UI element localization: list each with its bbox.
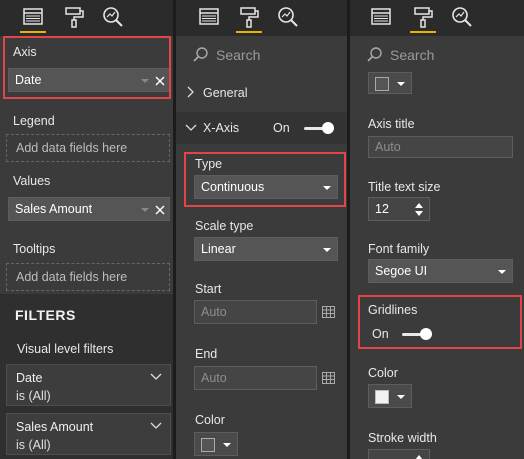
paint-roller-icon[interactable] <box>410 4 436 33</box>
fields-grid-icon[interactable] <box>20 4 46 33</box>
legend-placeholder: Add data fields here <box>16 141 128 155</box>
scale-type-label: Scale type <box>195 219 254 233</box>
values-field-value: Sales Amount <box>15 202 93 216</box>
start-label: Start <box>195 282 222 296</box>
tooltips-placeholder: Add data fields here <box>16 270 128 284</box>
analytics-magnifier-icon[interactable] <box>275 4 301 30</box>
pane-tab-bar <box>0 0 173 36</box>
stroke-width-stepper[interactable] <box>368 449 430 459</box>
format-pane-scrolled: Search Axis title Auto Title text size 1… <box>350 0 524 459</box>
visual-level-filters-label: Visual level filters <box>17 342 114 356</box>
color-swatch <box>375 77 389 91</box>
color-picker[interactable] <box>368 72 412 94</box>
filter-card-title: Sales Amount <box>16 420 94 434</box>
filter-card-state: is (All) <box>16 438 51 452</box>
stroke-width-label: Stroke width <box>368 431 437 445</box>
pane-tab-bar <box>350 0 524 36</box>
values-label: Values <box>13 174 51 188</box>
tooltips-label: Tooltips <box>13 242 56 256</box>
calendar-grid-icon[interactable] <box>322 306 335 318</box>
end-label: End <box>195 347 218 361</box>
chevron-down-icon <box>397 82 405 86</box>
caret-up-icon[interactable] <box>415 454 423 459</box>
start-input[interactable]: Auto <box>194 300 317 324</box>
search-icon <box>367 47 382 62</box>
color-swatch <box>201 438 215 452</box>
chevron-down-icon <box>323 248 331 252</box>
axis-title-label: Axis title <box>368 117 415 131</box>
chevron-down-icon <box>185 124 197 131</box>
axis-title-placeholder: Auto <box>375 140 401 154</box>
visualizations-panes: Axis Date Legend Add data fields here Va… <box>0 0 524 459</box>
chevron-down-icon[interactable] <box>150 373 162 381</box>
scale-type-value: Linear <box>201 242 236 256</box>
values-field-well[interactable]: Sales Amount <box>8 197 170 221</box>
legend-drop-well[interactable]: Add data fields here <box>6 134 170 162</box>
calendar-grid-icon[interactable] <box>322 372 335 384</box>
caret-down-icon[interactable] <box>415 211 423 217</box>
pane-tab-bar <box>176 0 347 36</box>
title-text-size-label: Title text size <box>368 180 441 194</box>
xaxis-toggle-state: On <box>273 121 290 135</box>
color-label: Color <box>195 413 225 427</box>
filter-card-date[interactable]: Date is (All) <box>6 364 171 406</box>
section-xaxis[interactable]: X-Axis On <box>176 112 347 144</box>
fields-grid-icon[interactable] <box>368 4 394 30</box>
highlight-gridlines <box>358 295 522 349</box>
analytics-magnifier-icon[interactable] <box>100 4 126 30</box>
chevron-down-icon <box>498 270 506 274</box>
caret-up-icon[interactable] <box>415 202 423 208</box>
title-text-size-value: 12 <box>375 202 389 216</box>
tooltips-drop-well[interactable]: Add data fields here <box>6 263 170 291</box>
search-placeholder: Search <box>216 47 261 63</box>
color-swatch <box>375 390 389 404</box>
font-family-select[interactable]: Segoe UI <box>368 259 513 283</box>
analytics-magnifier-icon[interactable] <box>449 4 475 30</box>
section-xaxis-label: X-Axis <box>203 121 240 135</box>
search-icon <box>193 47 208 62</box>
title-text-size-stepper[interactable]: 12 <box>368 197 430 221</box>
gridline-color-picker[interactable] <box>368 384 412 408</box>
start-placeholder: Auto <box>201 305 227 319</box>
highlight-axis <box>3 36 171 99</box>
font-family-value: Segoe UI <box>375 264 428 278</box>
end-input[interactable]: Auto <box>194 366 317 390</box>
chevron-down-icon <box>223 443 231 447</box>
end-placeholder: Auto <box>201 371 227 385</box>
chevron-right-icon <box>187 86 194 98</box>
format-pane: Search General X-Axis On Type Continuous… <box>176 0 347 459</box>
section-general[interactable]: General <box>176 76 347 110</box>
paint-roller-icon[interactable] <box>236 4 262 33</box>
format-search[interactable]: Search <box>176 40 347 70</box>
gridline-color-label: Color <box>368 366 398 380</box>
filter-card-sales-amount[interactable]: Sales Amount is (All) <box>6 413 171 455</box>
chevron-down-icon[interactable] <box>150 422 162 430</box>
filter-card-state: is (All) <box>16 389 51 403</box>
chevron-down-icon <box>397 395 405 399</box>
fields-pane: Axis Date Legend Add data fields here Va… <box>0 0 173 459</box>
search-placeholder: Search <box>390 47 435 63</box>
axis-title-input[interactable]: Auto <box>368 136 513 158</box>
filters-title: FILTERS <box>15 307 76 323</box>
highlight-type <box>184 152 346 207</box>
filter-card-title: Date <box>16 371 43 385</box>
color-picker[interactable] <box>194 432 238 456</box>
format-search[interactable]: Search <box>350 40 524 70</box>
close-icon[interactable] <box>155 205 165 215</box>
section-general-label: General <box>203 86 248 100</box>
font-family-label: Font family <box>368 242 430 256</box>
paint-roller-icon[interactable] <box>61 4 87 30</box>
scale-type-select[interactable]: Linear <box>194 237 338 261</box>
xaxis-toggle[interactable] <box>304 122 334 134</box>
chevron-down-icon[interactable] <box>141 206 149 214</box>
legend-label: Legend <box>13 114 55 128</box>
fields-grid-icon[interactable] <box>196 4 222 30</box>
